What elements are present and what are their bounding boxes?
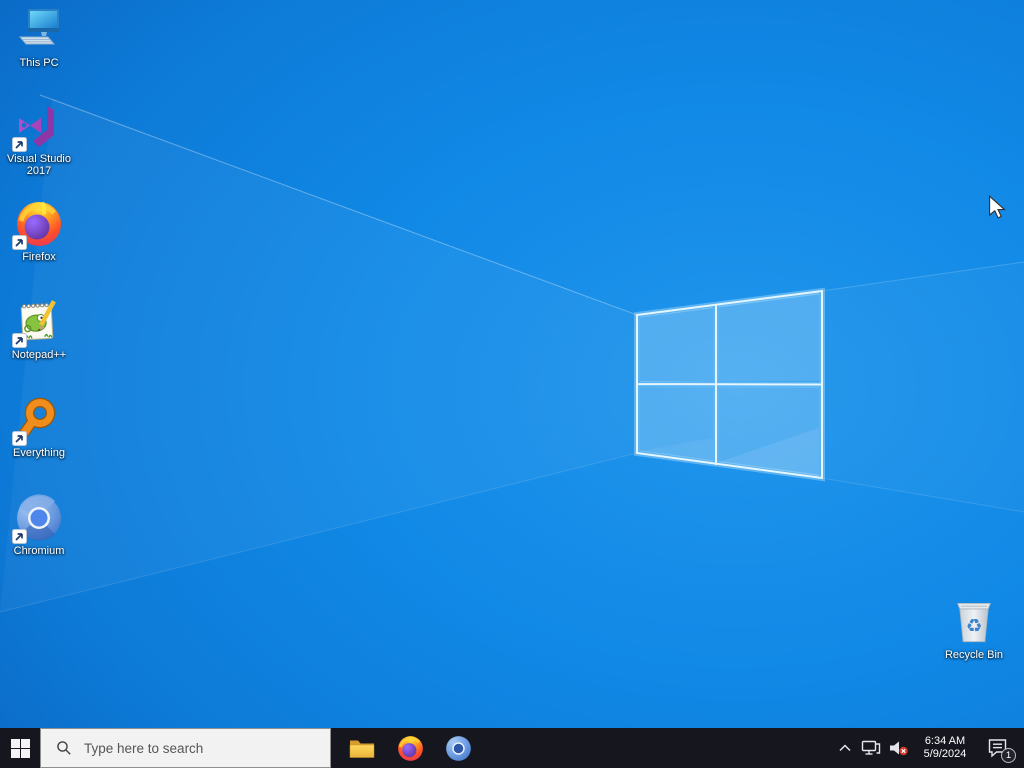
desktop-icon-notepadpp[interactable]: Notepad++ xyxy=(2,298,76,361)
system-tray: 6:34 AM 5/9/2024 1 xyxy=(833,728,1024,768)
firefox-icon xyxy=(12,200,63,250)
svg-text:♻: ♻ xyxy=(966,616,983,637)
taskbar-search-box[interactable] xyxy=(40,728,331,768)
chromium-icon xyxy=(12,494,63,544)
network-ethernet-icon xyxy=(861,740,880,755)
firefox-icon xyxy=(397,735,423,761)
everything-icon xyxy=(12,396,63,446)
taskbar-firefox-button[interactable] xyxy=(386,728,434,768)
search-icon xyxy=(57,741,71,755)
taskbar-chromium-button[interactable] xyxy=(434,728,482,768)
start-button[interactable] xyxy=(0,728,40,768)
windows-start-icon xyxy=(10,738,30,758)
show-hidden-icons-button[interactable] xyxy=(833,728,857,768)
desktop-icon-label: Everything xyxy=(13,447,65,459)
desktop-icon-label: This PC xyxy=(19,57,59,69)
desktop-icon-label: Chromium xyxy=(13,545,65,557)
windows-logo-wallpaper xyxy=(634,287,825,482)
visual-studio-2017-icon xyxy=(12,102,63,152)
hidden-icons-chevron-icon xyxy=(839,744,851,752)
volume-button[interactable] xyxy=(884,728,913,768)
wallpaper xyxy=(0,0,1024,728)
network-status-button[interactable] xyxy=(857,728,884,768)
shortcut-arrow-icon xyxy=(12,235,27,250)
notification-count-badge: 1 xyxy=(1001,748,1016,763)
desktop-icon-chromium[interactable]: Chromium xyxy=(2,494,76,557)
windows-desktop-screen: This PC Visual Studio 2017 Firefox Notep… xyxy=(0,0,1024,768)
shortcut-arrow-icon xyxy=(12,333,27,348)
clock-time: 6:34 AM xyxy=(924,734,966,747)
action-center-button[interactable]: 1 xyxy=(977,728,1019,768)
desktop-icon-label: Notepad++ xyxy=(11,349,67,361)
desktop-icon-label: Visual Studio 2017 xyxy=(6,153,71,177)
desktop-icon-visual-studio[interactable]: Visual Studio 2017 xyxy=(2,102,76,177)
shortcut-arrow-icon xyxy=(12,137,27,152)
notepadpp-icon xyxy=(12,298,63,348)
recycle-bin-icon: ♻ xyxy=(950,598,998,646)
clock-date: 5/9/2024 xyxy=(923,748,967,760)
chromium-icon xyxy=(445,735,471,761)
desktop-icon-label: Firefox xyxy=(22,251,56,263)
desktop-icon-label: Recycle Bin xyxy=(944,649,1004,661)
shortcut-arrow-icon xyxy=(12,529,27,544)
search-input[interactable] xyxy=(82,739,316,757)
desktop-icon-everything[interactable]: Everything xyxy=(2,396,76,459)
desktop-icon-this-pc[interactable]: This PC xyxy=(2,6,76,69)
taskbar-clock[interactable]: 6:34 AM 5/9/2024 xyxy=(913,728,977,768)
taskbar: 6:34 AM 5/9/2024 1 xyxy=(0,728,1024,768)
file-explorer-icon xyxy=(349,740,375,758)
this-pc-icon xyxy=(15,6,63,54)
volume-muted-icon xyxy=(889,741,908,756)
desktop-icon-firefox[interactable]: Firefox xyxy=(2,200,76,263)
shortcut-arrow-icon xyxy=(12,431,27,446)
desktop-icon-recycle-bin[interactable]: ♻ Recycle Bin xyxy=(937,598,1011,661)
taskbar-file-explorer-button[interactable] xyxy=(338,728,386,768)
